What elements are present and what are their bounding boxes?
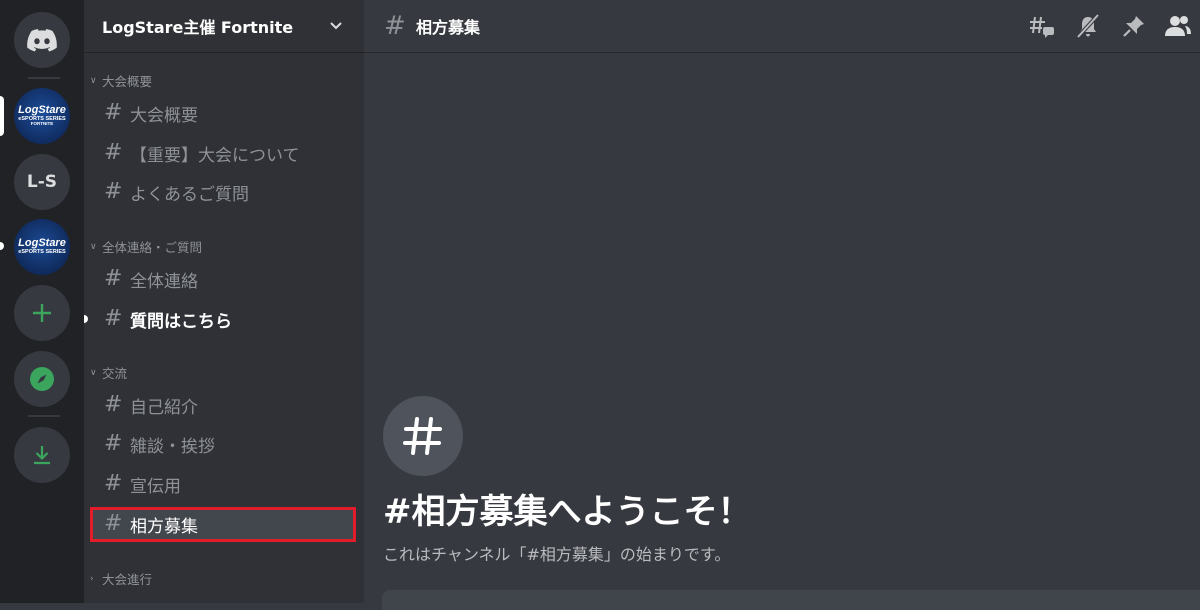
welcome-title: #相方募集へようこそ！ [383,492,752,532]
welcome-subtitle: これはチャンネル「#相方募集」の始まりです。 [383,545,731,564]
channel-name: 雑談・挨拶 [130,436,215,457]
channel-name: よくあるご質問 [130,184,249,205]
server-rail: LogStare eSPORTS SERIES FORTNITE L-S Log… [0,0,84,603]
server-header[interactable]: LogStare主催 Fortnite [84,0,364,53]
download-icon [34,446,50,465]
unread-channel-indicator [84,315,88,323]
channel-hash-icon: # [104,511,123,536]
category-label: 大会進行 [102,572,153,587]
server-ls[interactable]: L-S [14,154,70,210]
rail-separator [28,415,60,417]
mute-icon [1076,13,1100,39]
rail-separator [28,77,60,79]
plus-icon [33,304,51,322]
logo-line: FORTNITE [30,121,54,127]
server-label: L-S [26,172,58,192]
channel-title: 相方募集 [416,18,481,37]
channel-item-active[interactable]: # 相方募集 [92,507,354,541]
channel-name: 【重要】大会について [130,145,300,166]
channel-hash-icon: # [104,100,123,125]
channel-hash-icon: # [384,11,406,41]
channel-name: 自己紹介 [130,397,198,418]
threads-icon [1030,16,1054,38]
server-logo: LogStare eSPORTS SERIES FORTNITE [18,103,66,127]
category-expand-icon: › [90,573,94,584]
channel-item[interactable]: # 雑談・挨拶 [92,427,354,461]
channel-name: 相方募集 [130,516,198,537]
members-icon [1165,16,1191,36]
channel-name: 全体連絡 [130,271,198,292]
selected-server-indicator [0,96,4,136]
channel-hash-icon: # [104,140,123,165]
download-apps-button[interactable] [14,427,70,483]
discord-logo-icon [27,28,57,51]
member-list-button[interactable] [1164,12,1192,40]
home-button[interactable] [14,12,70,68]
channel-hash-icon: # [104,179,123,204]
category-label: 全体連絡・ご質問 [102,240,203,255]
server-name: LogStare主催 Fortnite [102,18,294,37]
channel-item[interactable]: # 大会概要 [92,96,354,130]
add-server-button[interactable] [14,285,70,341]
channel-item[interactable]: # 全体連絡 [92,262,354,296]
channel-hash-icon: # [104,431,123,456]
chevron-down-icon[interactable] [328,17,344,33]
unread-server-indicator [0,242,4,250]
channel-item[interactable]: # 宣伝用 [92,467,354,501]
category-label: 交流 [102,366,128,381]
category-label: 大会概要 [102,74,153,89]
pins-button[interactable] [1120,12,1148,40]
explore-servers-button[interactable] [14,351,70,407]
mute-button[interactable] [1074,12,1102,40]
server-logstare-series[interactable]: LogStare eSPORTS SERIES [14,219,70,275]
channel-item[interactable]: # 自己紹介 [92,388,354,422]
channel-name: 質問はこちら [130,311,232,332]
pin-icon [1123,16,1144,37]
category-tournament[interactable]: › 大会進行 [90,569,152,588]
server-logo: LogStare eSPORTS SERIES [18,238,66,255]
compass-icon [30,367,54,391]
channel-name: 宣伝用 [130,476,181,497]
category-announcements[interactable]: ∨ 全体連絡・ご質問 [90,237,202,256]
category-overview[interactable]: ∨ 大会概要 [90,71,152,90]
category-community[interactable]: ∨ 交流 [90,363,127,382]
server-logstare-fortnite[interactable]: LogStare eSPORTS SERIES FORTNITE [14,88,70,144]
channel-hash-icon: # [104,306,123,331]
hash-icon [403,417,442,455]
logo-line: eSPORTS SERIES [18,248,66,255]
channel-item[interactable]: # よくあるご質問 [92,175,354,209]
message-composer[interactable] [382,590,1200,610]
threads-button[interactable] [1028,12,1056,40]
channel-item[interactable]: # 【重要】大会について [92,136,354,170]
category-collapse-icon: ∨ [90,241,97,252]
channel-hash-icon: # [104,266,123,291]
channel-name: 大会概要 [130,105,198,126]
channel-item[interactable]: # 質問はこちら [92,302,354,336]
category-collapse-icon: ∨ [90,75,97,86]
logo-line: LogStare [18,103,66,116]
channel-welcome-icon [383,396,463,476]
channel-hash-icon: # [104,471,123,496]
channel-sidebar: LogStare主催 Fortnite ∨ 大会概要 # 大会概要 # 【重要】… [84,0,364,603]
channel-hash-icon: # [104,392,123,417]
category-collapse-icon: ∨ [90,367,97,378]
